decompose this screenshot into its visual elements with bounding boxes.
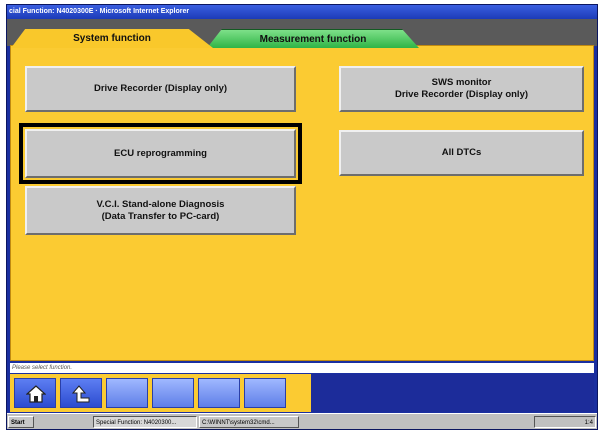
- ecu-reprogramming-label: ECU reprogramming: [114, 147, 207, 159]
- window-title: cial Function: N4020300E · Microsoft Int…: [7, 5, 597, 19]
- all-dtcs-label: All DTCs: [441, 147, 482, 158]
- toolbar-button-3[interactable]: [106, 378, 148, 408]
- toolbar-button-group: [10, 374, 311, 412]
- back-button[interactable]: [60, 378, 102, 408]
- start-button[interactable]: Start: [8, 416, 34, 428]
- taskbar-item-special-function[interactable]: Special Function: N4020300...: [93, 416, 197, 428]
- vci-label-line2: (Data Transfer to PC-card): [101, 210, 220, 222]
- home-icon: [26, 385, 46, 403]
- toolbar-button-6[interactable]: [244, 378, 286, 408]
- tray-clock: 1:4: [584, 420, 593, 426]
- sws-label-line1: SWS monitor: [431, 77, 492, 88]
- return-arrow-icon: [72, 385, 90, 403]
- application-window: cial Function: N4020300E · Microsoft Int…: [6, 4, 598, 430]
- drive-recorder-button[interactable]: Drive Recorder (Display only): [25, 66, 296, 112]
- system-tray: 1:4: [534, 416, 596, 428]
- function-panel: Drive Recorder (Display only) ECU reprog…: [10, 45, 594, 361]
- tab-measurement-function[interactable]: Measurement function: [207, 29, 419, 48]
- ecu-reprogramming-button[interactable]: ECU reprogramming: [25, 129, 296, 178]
- all-dtcs-button[interactable]: All DTCs: [339, 130, 584, 176]
- sws-monitor-button[interactable]: SWS monitor Drive Recorder (Display only…: [339, 66, 584, 112]
- sws-label-line2: Drive Recorder (Display only): [394, 89, 529, 100]
- taskbar-item-cmd[interactable]: C:\WINNT\system32\cmd...: [199, 416, 299, 428]
- bottom-toolbar: [10, 374, 594, 412]
- toolbar-button-5[interactable]: [198, 378, 240, 408]
- toolbar-button-4[interactable]: [152, 378, 194, 408]
- status-message: Please select function.: [10, 363, 594, 373]
- vci-label-line1: V.C.I. Stand-alone Diagnosis: [96, 198, 225, 210]
- home-button[interactable]: [14, 378, 56, 408]
- tab-system-function[interactable]: System function: [11, 29, 213, 48]
- tab-strip: Measurement function System function: [7, 19, 597, 48]
- drive-recorder-label: Drive Recorder (Display only): [93, 83, 228, 94]
- vci-standalone-diagnosis-button[interactable]: V.C.I. Stand-alone Diagnosis (Data Trans…: [25, 186, 296, 235]
- toolbar-end-cap: [290, 378, 311, 408]
- windows-taskbar: Start Special Function: N4020300... C:\W…: [7, 413, 597, 429]
